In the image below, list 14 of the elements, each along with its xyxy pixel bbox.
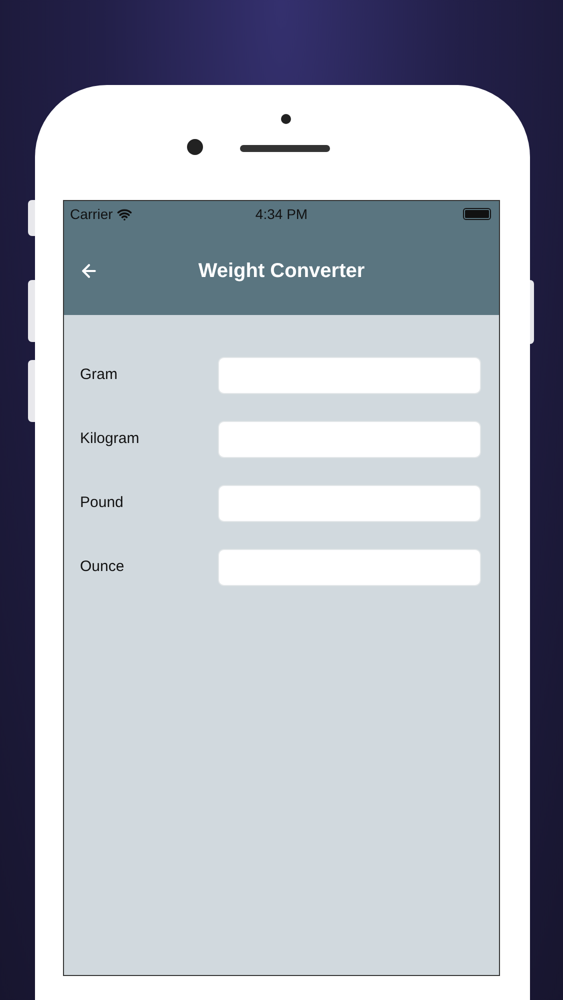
input-field[interactable] (218, 421, 481, 458)
carrier-text: Carrier (70, 204, 113, 224)
field-label: Kilogram (80, 429, 140, 450)
field-label: Ounce (80, 557, 126, 578)
status-time: 4:34 PM (255, 204, 308, 224)
field-label: Pound (80, 493, 124, 514)
wifi-icon (116, 206, 132, 222)
back-button[interactable] (79, 261, 99, 281)
header-title: Weight Converter (198, 259, 365, 284)
input-field[interactable] (218, 549, 481, 586)
input-field[interactable] (218, 357, 481, 394)
battery-icon (463, 208, 491, 220)
input-field[interactable] (218, 485, 481, 522)
field-label: Gram (80, 365, 118, 386)
